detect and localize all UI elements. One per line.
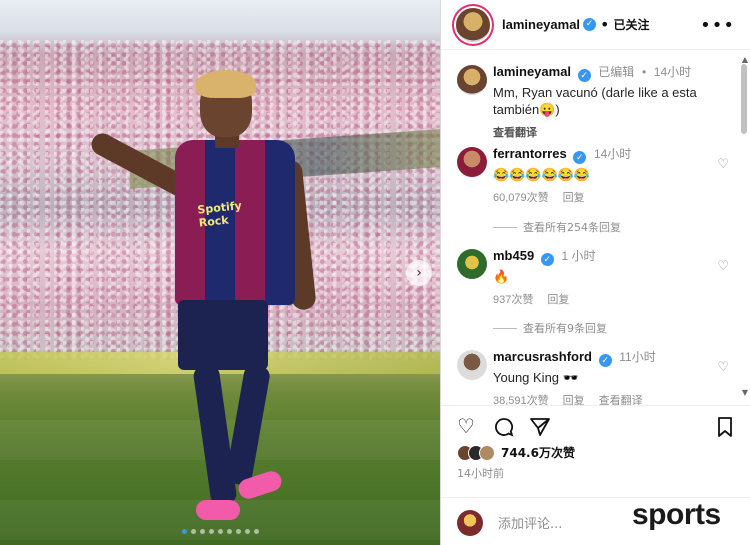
comment-likes[interactable]: 60,079次赞 <box>493 189 549 205</box>
post-photo[interactable]: Spotify Rock › <box>0 0 440 545</box>
verified-badge-icon: ✓ <box>583 18 597 31</box>
caption-text: Mm, Ryan vacunó (darle like a esta tambi… <box>493 85 697 117</box>
comment-text: 🔥 <box>493 269 510 284</box>
carousel-dot[interactable] <box>182 529 187 534</box>
carousel-dot[interactable] <box>245 529 250 534</box>
likes-summary[interactable]: 744.6万次赞 <box>457 444 575 461</box>
reply-button[interactable]: 回复 <box>563 189 585 205</box>
comment-likes[interactable]: 937次赞 <box>493 291 533 307</box>
carousel-dot[interactable] <box>218 529 223 534</box>
comment-time: 14小时 <box>593 147 632 161</box>
comment-likes[interactable]: 38,591次赞 <box>493 392 549 405</box>
comment-avatar[interactable] <box>457 249 487 279</box>
reply-button[interactable]: 回复 <box>547 291 569 307</box>
carousel-dot[interactable] <box>227 529 232 534</box>
liker-avatars <box>457 444 495 461</box>
caption-username[interactable]: lamineyamal <box>493 64 571 79</box>
carousel-dot[interactable] <box>200 529 205 534</box>
reply-button[interactable]: 回复 <box>563 392 585 405</box>
post-side-panel: lamineyamal ✓ • 已关注 ••• lamineyamal ✓ 已编… <box>440 0 750 545</box>
next-slide-chevron-icon[interactable]: › <box>406 260 432 286</box>
edited-label: 已编辑 <box>598 65 635 79</box>
author-username[interactable]: lamineyamal <box>502 17 580 32</box>
view-replies-text[interactable]: 查看所有9条回复 <box>523 320 607 336</box>
heart-icon[interactable]: ♡ <box>717 360 729 375</box>
comment-text: 😂😂😂😂😂😂 <box>493 167 591 182</box>
replies-divider-line <box>493 226 517 228</box>
add-comment-input[interactable]: 添加评论... <box>498 513 562 532</box>
comment-username[interactable]: ferrantorres <box>493 146 567 161</box>
comment-avatar[interactable] <box>457 350 487 380</box>
heart-icon[interactable]: ♡ <box>717 259 729 274</box>
player-figure: Spotify Rock <box>70 70 330 540</box>
comment-username[interactable]: mb459 <box>493 248 534 263</box>
carousel-dot[interactable] <box>209 529 214 534</box>
comment-avatar[interactable] <box>457 147 487 177</box>
following-button[interactable]: 已关注 <box>613 16 649 33</box>
player-shorts <box>178 300 268 370</box>
post-header: lamineyamal ✓ • 已关注 ••• <box>441 0 750 50</box>
separator-dot: • <box>641 65 647 79</box>
author-avatar[interactable] <box>456 7 490 42</box>
verified-badge-icon: ✓ <box>577 69 591 82</box>
comments-scrollbar[interactable] <box>741 64 747 134</box>
liker-avatar <box>479 444 495 461</box>
more-horizontal-icon[interactable]: ••• <box>700 15 735 36</box>
comment-username[interactable]: marcusrashford <box>493 349 592 364</box>
carousel-dots <box>182 529 259 534</box>
comment-bubble-icon[interactable] <box>493 416 515 438</box>
caption-author-avatar[interactable] <box>457 65 487 95</box>
comment-time: 1 小时 <box>561 249 596 263</box>
verified-badge-icon: ✓ <box>573 151 587 164</box>
carousel-dot[interactable] <box>254 529 259 534</box>
scroll-up-arrow-icon[interactable]: ▲ <box>742 55 748 64</box>
share-paper-plane-icon[interactable] <box>529 416 551 438</box>
separator-dot: • <box>600 15 610 34</box>
view-replies-link[interactable]: 查看所有254条回复 <box>493 219 621 235</box>
translate-link[interactable]: 查看翻译 <box>599 392 643 405</box>
translate-link[interactable]: 查看翻译 <box>493 124 537 140</box>
replies-divider-line <box>493 327 517 329</box>
likes-count[interactable]: 744.6万次赞 <box>501 444 575 461</box>
scroll-down-arrow-icon[interactable]: ▼ <box>742 388 748 397</box>
post-actions-bar: ♡ <box>441 405 750 445</box>
view-replies-link[interactable]: 查看所有9条回复 <box>493 320 607 336</box>
comments-list[interactable]: lamineyamal ✓ 已编辑 • 14小时 Mm, Ryan vacunó… <box>441 55 741 405</box>
player-hair <box>196 70 256 98</box>
post-timestamp: 14小时前 <box>457 467 504 480</box>
verified-badge-icon: ✓ <box>540 253 554 266</box>
player-left-leg <box>192 363 238 507</box>
comment-text: Young King 🕶️ <box>493 370 579 385</box>
heart-icon[interactable]: ♡ <box>717 157 729 172</box>
caption-time: 14小时 <box>653 65 692 79</box>
like-heart-icon[interactable]: ♡ <box>457 416 475 436</box>
view-replies-text[interactable]: 查看所有254条回复 <box>523 219 621 235</box>
current-user-avatar <box>457 510 483 536</box>
verified-badge-icon: ✓ <box>598 354 612 367</box>
bookmark-save-icon[interactable] <box>715 416 735 438</box>
carousel-dot[interactable] <box>191 529 196 534</box>
sports-watermark: sports <box>632 498 721 531</box>
carousel-dot[interactable] <box>236 529 241 534</box>
comment-time: 11小时 <box>619 350 656 364</box>
player-left-boot <box>196 500 240 520</box>
player-right-leg <box>224 363 272 487</box>
